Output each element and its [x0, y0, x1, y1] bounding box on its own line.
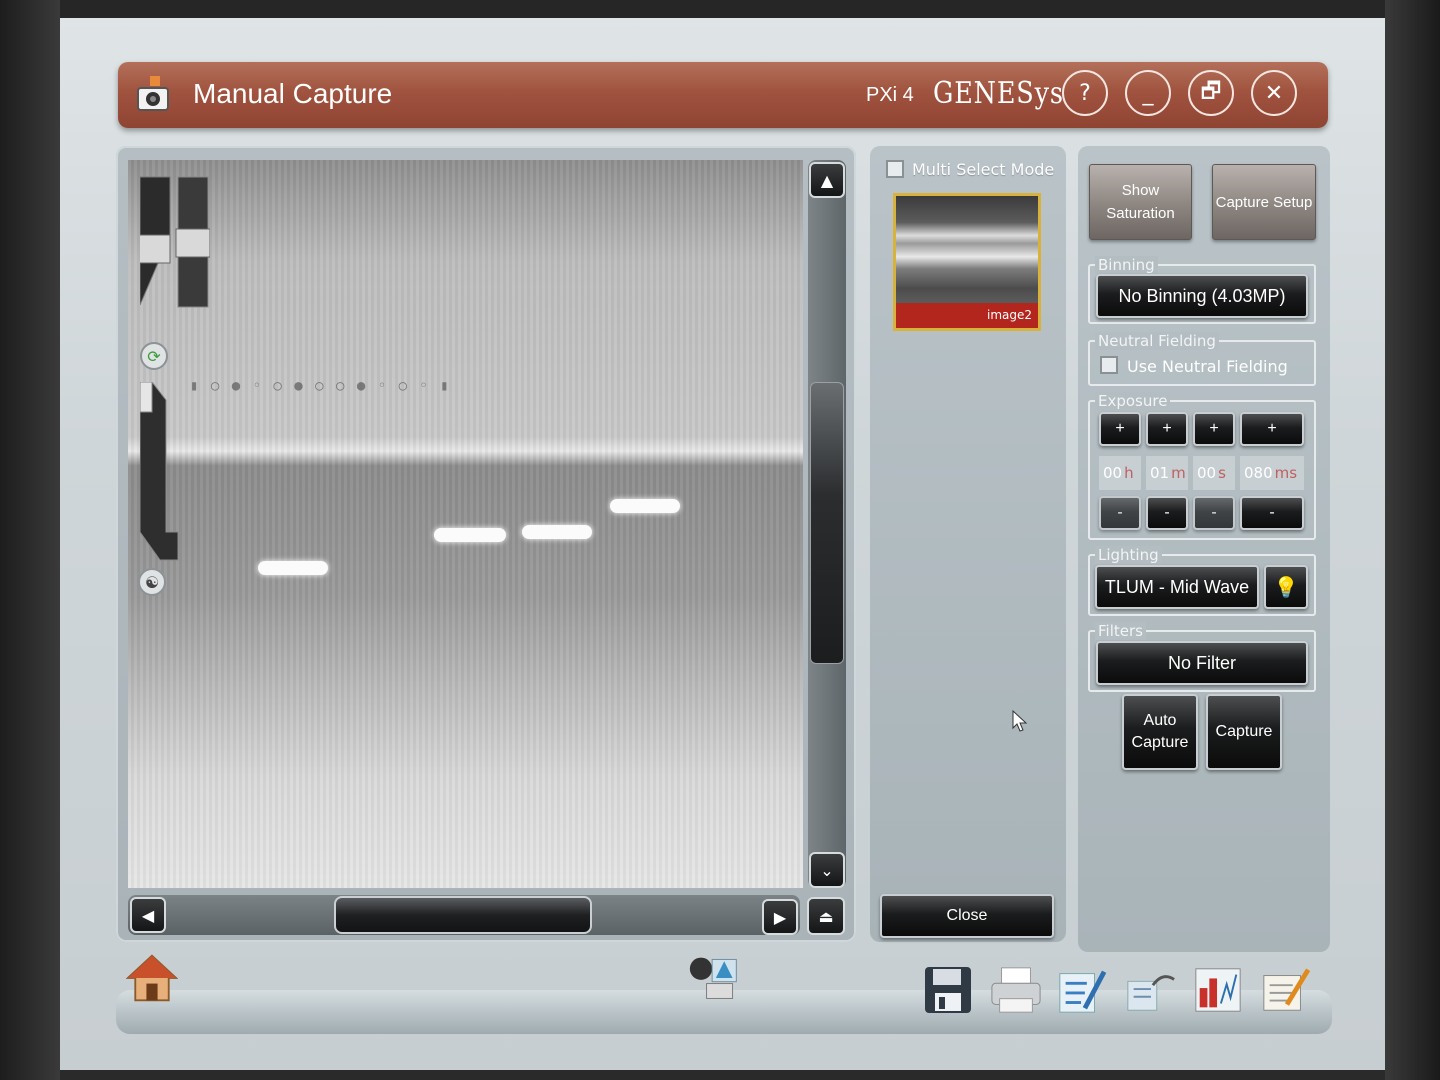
- scroll-right-button[interactable]: ▶: [762, 899, 798, 935]
- hours-increment-button[interactable]: +: [1099, 412, 1141, 446]
- multi-select-label: Multi Select Mode: [912, 160, 1055, 179]
- hours-value: 00: [1103, 464, 1123, 482]
- seconds-value: 00: [1197, 464, 1217, 482]
- binning-select[interactable]: No Binning (4.03MP): [1096, 274, 1308, 318]
- lighting-select[interactable]: TLUM - Mid Wave: [1095, 565, 1259, 609]
- neutral-fielding-checkbox[interactable]: [1100, 356, 1118, 374]
- close-window-button[interactable]: ✕: [1251, 70, 1297, 116]
- seconds-unit: s: [1218, 464, 1226, 482]
- show-saturation-button[interactable]: Show Saturation: [1089, 164, 1192, 240]
- title-bar: Manual Capture PXi 4 GENESys ? _ 🗗 ✕: [118, 62, 1328, 128]
- bulb-icon[interactable]: 💡: [1264, 565, 1308, 609]
- monitor-bezel-left: [0, 0, 60, 1080]
- close-button[interactable]: Close: [880, 894, 1054, 938]
- ms-decrement-button[interactable]: -: [1240, 496, 1304, 530]
- gel-band: [522, 525, 592, 539]
- gel-band: [258, 561, 328, 575]
- restore-button[interactable]: 🗗: [1188, 70, 1234, 116]
- refresh-icon[interactable]: ⟳: [140, 342, 168, 370]
- minutes-value: 01: [1150, 464, 1170, 482]
- binning-label: Binning: [1095, 256, 1158, 274]
- save-icon[interactable]: [922, 964, 974, 1016]
- hours-unit: h: [1124, 464, 1134, 482]
- scroll-left-button[interactable]: ◀: [130, 897, 166, 933]
- horizontal-scroll-thumb[interactable]: [334, 896, 592, 934]
- capture-setup-button[interactable]: Capture Setup: [1212, 164, 1316, 240]
- gel-well-row: ▮ ○ ● ◦ ○ ● ○ ○ ● ◦ ○ ◦ ▮: [190, 378, 451, 394]
- window-title: Manual Capture: [193, 78, 393, 109]
- invert-icon[interactable]: ☯: [138, 568, 166, 596]
- help-button[interactable]: ?: [1062, 70, 1108, 116]
- annotate-icon[interactable]: [1056, 964, 1108, 1016]
- ms-value: 080: [1244, 464, 1273, 482]
- hours-decrement-button[interactable]: -: [1099, 496, 1141, 530]
- brand-logo: GENESys: [933, 76, 1064, 111]
- mouse-cursor-icon: [1012, 709, 1028, 736]
- brightness-slider[interactable]: [139, 381, 180, 562]
- notes-icon[interactable]: [1260, 964, 1312, 1016]
- camera-icon: [136, 76, 170, 112]
- seconds-decrement-button[interactable]: -: [1193, 496, 1235, 530]
- neutral-fielding-checkbox-label: Use Neutral Fielding: [1127, 357, 1288, 376]
- ms-field[interactable]: 080 ms: [1240, 456, 1304, 490]
- fit-view-button[interactable]: ⏏: [807, 897, 845, 935]
- gel-band: [610, 499, 680, 513]
- contrast-slider[interactable]: [137, 175, 211, 315]
- seconds-field[interactable]: 00 s: [1193, 456, 1235, 490]
- exposure-label: Exposure: [1095, 392, 1171, 410]
- minutes-increment-button[interactable]: +: [1146, 412, 1188, 446]
- lighting-label: Lighting: [1095, 546, 1162, 564]
- analysis-icon[interactable]: [1192, 964, 1244, 1016]
- transfer-icon[interactable]: [688, 952, 740, 1004]
- neutral-fielding-label: Neutral Fielding: [1095, 332, 1219, 350]
- minutes-decrement-button[interactable]: -: [1146, 496, 1188, 530]
- gel-band: [434, 528, 506, 542]
- device-model: PXi 4: [866, 84, 914, 106]
- print-icon[interactable]: [990, 964, 1042, 1016]
- monitor-bezel-top: [0, 0, 1440, 18]
- hours-field[interactable]: 00 h: [1099, 456, 1141, 490]
- home-icon[interactable]: [126, 952, 178, 1004]
- vertical-scroll-thumb[interactable]: [810, 382, 844, 664]
- ms-increment-button[interactable]: +: [1240, 412, 1304, 446]
- filters-select[interactable]: No Filter: [1096, 641, 1308, 685]
- network-icon[interactable]: [1124, 964, 1176, 1016]
- capture-button[interactable]: Capture: [1206, 694, 1282, 770]
- filters-label: Filters: [1095, 622, 1146, 640]
- minimize-button[interactable]: _: [1125, 70, 1171, 116]
- thumbnail-caption: image2: [896, 303, 1038, 328]
- auto-capture-button[interactable]: Auto Capture: [1122, 694, 1198, 770]
- gel-image-texture: [128, 160, 803, 888]
- monitor-bezel-right: [1385, 0, 1440, 1080]
- ms-unit: ms: [1274, 464, 1298, 482]
- scroll-down-button[interactable]: ⌄: [809, 852, 845, 888]
- minutes-unit: m: [1171, 464, 1186, 482]
- scroll-up-button[interactable]: ▲: [809, 162, 845, 198]
- multi-select-checkbox[interactable]: [886, 160, 904, 178]
- minutes-field[interactable]: 01 m: [1146, 456, 1188, 490]
- seconds-increment-button[interactable]: +: [1193, 412, 1235, 446]
